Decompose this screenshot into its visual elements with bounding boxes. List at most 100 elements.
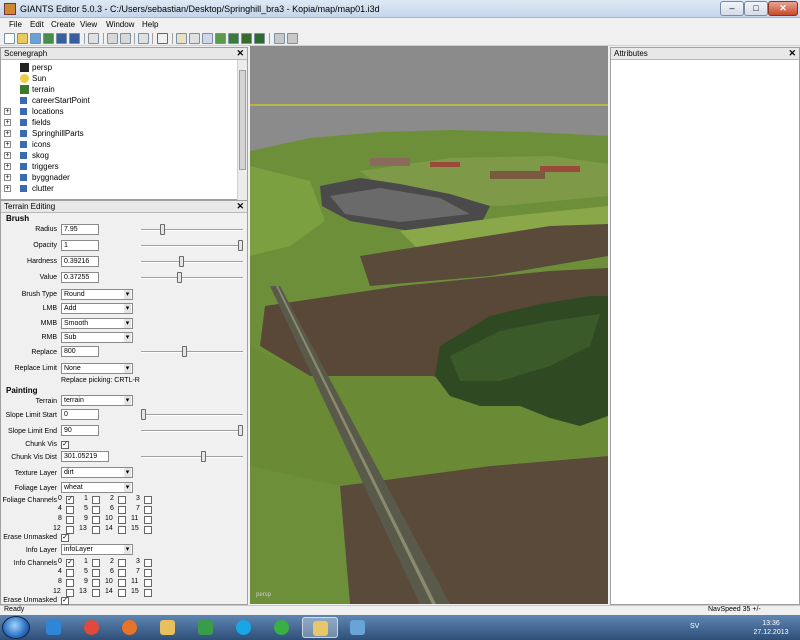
rmb-select[interactable]: Sub [61,332,133,343]
foliage-channel-checkbox[interactable] [144,526,152,534]
info-channel-checkbox[interactable]: ✓ [66,559,74,567]
expand-icon[interactable]: + [4,163,11,170]
chunk-vis-dist-slider[interactable] [141,451,243,462]
maximize-button[interactable]: □ [744,1,768,16]
close-button[interactable]: ✕ [768,1,798,16]
taskbar-app-media-player[interactable] [188,617,224,638]
terrain-editing-close-icon[interactable]: ✕ [236,201,244,212]
scenegraph-scrollbar[interactable] [237,60,247,200]
hardness-input[interactable]: 0.39216 [61,256,99,267]
chunk-vis-checkbox[interactable]: ✓ [61,441,69,449]
foliage-channel-checkbox[interactable] [92,516,100,524]
foliage-paint-icon[interactable] [228,33,239,44]
import-icon[interactable] [30,33,41,44]
foliage-channel-checkbox[interactable] [92,496,100,504]
foliage-channel-checkbox[interactable] [118,506,126,514]
reload-icon[interactable] [88,33,99,44]
slider-handle[interactable] [160,224,166,235]
menu-file[interactable]: File [9,20,22,29]
info-channel-checkbox[interactable] [66,569,74,577]
options-gear-icon[interactable] [287,33,298,44]
info-channel-checkbox[interactable] [144,569,152,577]
menu-window[interactable]: Window [106,20,134,29]
slider-handle[interactable] [177,272,183,283]
radius-input[interactable]: 7.95 [61,224,99,235]
taskbar-app-internet-explorer[interactable] [36,617,72,638]
replace-limit-select[interactable]: None [61,363,133,374]
select-icon[interactable] [176,33,187,44]
taskbar-app-skype[interactable] [226,617,262,638]
3d-viewport[interactable]: persp [250,46,608,604]
info-channel-checkbox[interactable] [92,559,100,567]
info-channel-checkbox[interactable] [66,589,74,597]
expand-icon[interactable]: + [4,185,11,192]
open-file-icon[interactable] [17,33,28,44]
terrain-paint-icon[interactable] [215,33,226,44]
menu-view[interactable]: View [80,20,97,29]
foliage-channel-checkbox[interactable] [144,506,152,514]
radius-slider[interactable] [141,224,243,235]
foliage-channel-checkbox[interactable] [66,526,74,534]
foliage-erase-icon[interactable] [241,33,252,44]
clock[interactable]: 13:36 27.12.2013 [752,619,790,637]
info-layer-select[interactable]: infoLayer [61,544,133,555]
move-icon[interactable] [189,33,200,44]
info-channel-checkbox[interactable] [118,589,126,597]
foliage-channel-checkbox[interactable] [66,516,74,524]
lmb-select[interactable]: Add [61,303,133,314]
replace-input[interactable]: 800 [61,346,99,357]
info-channel-checkbox[interactable] [118,569,126,577]
mmb-select[interactable]: Smooth [61,318,133,329]
opacity-input[interactable]: 1 [61,240,99,251]
hardness-slider[interactable] [141,256,243,267]
info-channel-checkbox[interactable] [92,579,100,587]
slope-limit-start-input[interactable]: 0 [61,409,99,420]
scenegraph-close-icon[interactable]: ✕ [236,48,244,59]
new-file-icon[interactable] [4,33,15,44]
taskbar-app-firefox[interactable] [112,617,148,638]
foliage-channel-checkbox[interactable] [144,496,152,504]
slider-handle[interactable] [179,256,185,267]
chunk-vis-dist-input[interactable]: 301.05219 [61,451,109,462]
info-channel-checkbox[interactable] [118,559,126,567]
slope-limit-start-slider[interactable] [141,409,243,420]
slope-limit-end-input[interactable]: 90 [61,425,99,436]
expand-icon[interactable]: + [4,130,11,137]
foliage-channel-checkbox[interactable] [118,496,126,504]
info-channel-checkbox[interactable] [118,579,126,587]
redo-icon[interactable] [120,33,131,44]
info-channel-checkbox[interactable] [92,569,100,577]
value-slider[interactable] [141,272,243,283]
foliage-layer-select[interactable]: wheat [61,482,133,493]
foliage-channel-checkbox[interactable] [118,516,126,524]
taskbar-app-explorer-folder[interactable] [150,617,186,638]
cut-icon[interactable] [138,33,149,44]
replace-slider[interactable] [141,346,243,357]
terrain-select[interactable]: terrain [61,395,133,406]
menu-create[interactable]: Create [51,20,75,29]
taskbar-app-giants-editor[interactable] [302,617,338,638]
save-icon[interactable] [56,33,67,44]
settings-gear-icon[interactable] [274,33,285,44]
expand-icon[interactable]: + [4,141,11,148]
scrollbar-thumb[interactable] [239,70,246,170]
slider-handle[interactable] [181,346,187,357]
expand-icon[interactable]: + [4,174,11,181]
expand-icon[interactable]: + [4,152,11,159]
undo-icon[interactable] [107,33,118,44]
erase-unmasked-checkbox[interactable]: ✓ [61,534,69,542]
start-button[interactable] [2,616,30,639]
foliage-channel-checkbox[interactable] [118,526,126,534]
attributes-close-icon[interactable]: ✕ [788,48,796,59]
save-as-icon[interactable] [69,33,80,44]
slider-handle[interactable] [238,425,243,436]
minimize-button[interactable]: – [720,1,744,16]
taskbar-app-spotify[interactable] [264,617,300,638]
info-channel-checkbox[interactable] [144,559,152,567]
info-channel-checkbox[interactable] [144,579,152,587]
info-channel-checkbox[interactable] [92,589,100,597]
export-icon[interactable] [43,33,54,44]
erase-unmasked-checkbox-2[interactable]: ✓ [61,597,69,605]
info-layer-icon[interactable] [254,33,265,44]
value-input[interactable]: 0.37255 [61,272,99,283]
